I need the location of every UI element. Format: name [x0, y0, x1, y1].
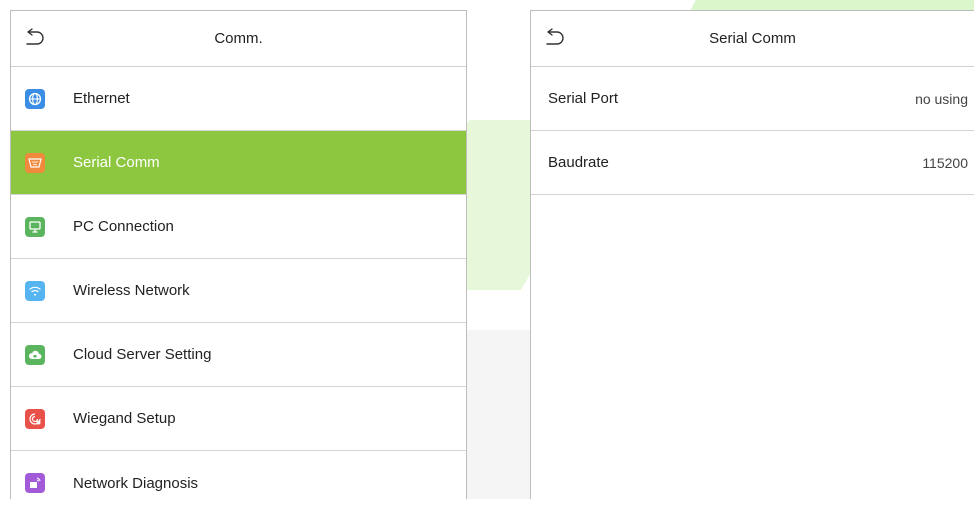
menu-item-cloud-server-setting[interactable]: Cloud Server Setting	[11, 323, 466, 387]
serial-port-icon	[25, 152, 45, 173]
menu-item-pc-connection[interactable]: PC Connection	[11, 195, 466, 259]
globe-icon	[25, 88, 45, 109]
serial-port-row[interactable]: Serial Port no using	[531, 67, 974, 131]
setting-value: no using	[915, 90, 968, 107]
cloud-icon	[25, 344, 45, 365]
menu-item-label: Cloud Server Setting	[73, 346, 212, 363]
menu-item-label: PC Connection	[73, 218, 174, 235]
menu-item-label: Network Diagnosis	[73, 474, 199, 492]
setting-label: Serial Port	[548, 90, 619, 107]
menu-item-network-diagnosis[interactable]: Network Diagnosis	[11, 451, 466, 515]
serial-comm-panel: Serial Comm Serial Port no using Baudrat…	[530, 10, 974, 499]
menu-item-wiegand-setup[interactable]: Wiegand Setup	[11, 387, 466, 451]
menu-item-ethernet[interactable]: Ethernet	[11, 67, 466, 131]
network-diagnosis-icon	[25, 473, 45, 493]
page-title: Serial Comm	[709, 30, 796, 47]
back-arrow-icon[interactable]	[543, 28, 565, 48]
menu-item-label: Wireless Network	[73, 282, 190, 299]
menu-item-wireless-network[interactable]: Wireless Network	[11, 259, 466, 323]
comm-header: Comm.	[11, 11, 466, 67]
menu-item-label: Wiegand Setup	[73, 410, 176, 427]
wifi-icon	[25, 280, 45, 301]
monitor-icon	[25, 216, 45, 237]
wiegand-icon	[25, 408, 45, 429]
comm-menu-panel: Comm. Ethernet Serial Comm PC Connection…	[10, 10, 467, 499]
menu-item-serial-comm[interactable]: Serial Comm	[11, 131, 466, 195]
setting-value: 115200	[922, 154, 968, 171]
back-arrow-icon[interactable]	[23, 28, 45, 48]
menu-item-label: Ethernet	[73, 90, 130, 107]
setting-label: Baudrate	[548, 154, 609, 171]
menu-item-label: Serial Comm	[73, 154, 160, 171]
baudrate-row[interactable]: Baudrate 115200	[531, 131, 974, 195]
serial-comm-header: Serial Comm	[531, 11, 974, 67]
page-title: Comm.	[214, 30, 263, 47]
